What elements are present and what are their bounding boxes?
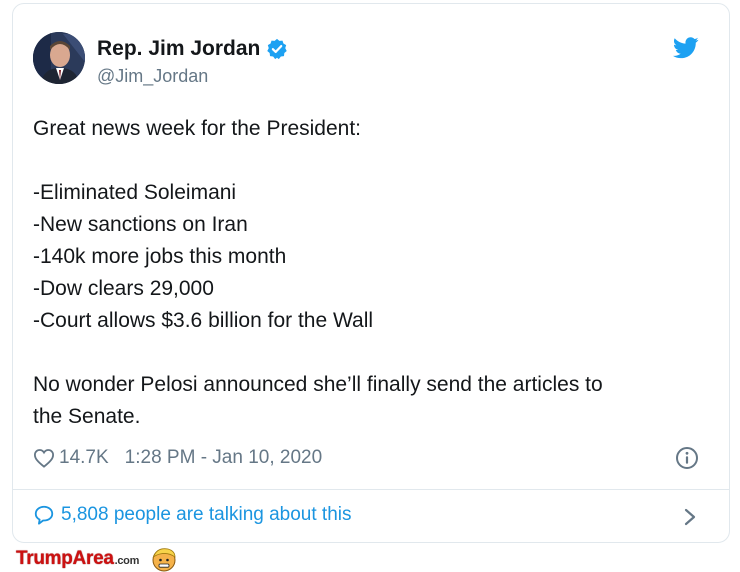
avatar[interactable] [33,32,85,84]
watermark-brand: TrumpArea [16,548,114,569]
line-spacer [33,145,703,177]
tweet-line: Great news week for the President: [33,117,361,140]
handle[interactable]: @Jim_Jordan [97,66,208,87]
watermark-suffix: .com [114,555,140,567]
divider [13,489,729,490]
like-count[interactable]: 14.7K [59,447,109,469]
talking-count-text[interactable]: 5,808 people are talking about this [61,504,352,526]
timestamp[interactable]: 1:28 PM - Jan 10, 2020 [125,447,323,469]
line-spacer [33,337,703,369]
tweet-line: -Dow clears 29,000 [33,277,214,300]
info-icon[interactable] [675,446,699,470]
tweet-card: Rep. Jim Jordan @Jim_Jordan Great news w… [12,3,730,543]
tweet-line: the Senate. [33,405,141,428]
conversation-link[interactable]: 5,808 people are talking about this [33,504,352,526]
watermark: TrumpArea.com [16,546,177,572]
tweet-line: No wonder Pelosi announced she’ll finall… [33,373,603,396]
tweet-text: Great news week for the President: -Elim… [33,113,703,433]
tweet-line: -Court allows $3.6 billion for the Wall [33,309,374,332]
twitter-bird-icon[interactable] [673,37,699,59]
tweet-line: -New sanctions on Iran [33,213,248,236]
speech-bubble-icon [34,505,54,525]
watermark-logo: TrumpArea.com [16,548,139,570]
author-name-row[interactable]: Rep. Jim Jordan [97,37,288,61]
avatar-image [33,32,85,84]
trump-face-icon [152,548,176,572]
tweet-line: -Eliminated Soleimani [33,181,237,204]
tweet-meta-row: 14.7K 1:28 PM - Jan 10, 2020 [33,447,322,469]
verified-badge-icon [267,38,288,60]
chevron-right-icon[interactable] [683,507,697,527]
heart-icon[interactable] [33,448,55,468]
tweet-line: -140k more jobs this month [33,245,287,268]
display-name[interactable]: Rep. Jim Jordan [97,37,260,61]
